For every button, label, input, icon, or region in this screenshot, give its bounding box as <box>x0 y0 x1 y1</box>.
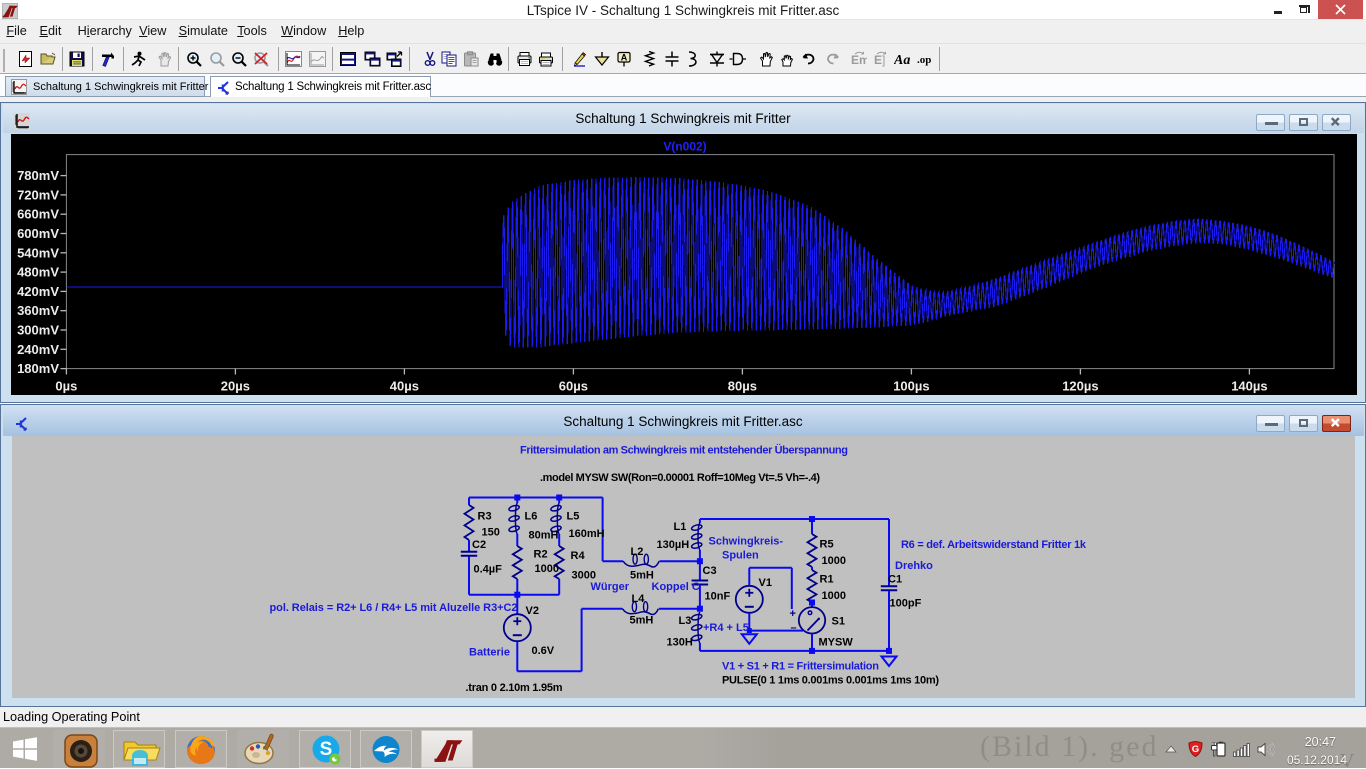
svg-text:1000: 1000 <box>535 563 559 575</box>
svg-text:V2: V2 <box>526 605 539 617</box>
svg-text:Batterie: Batterie <box>469 647 510 659</box>
svg-text:pol. Relais = R2+ L6 / R4+ L5: pol. Relais = R2+ L6 / R4+ L5 mit Aluzel… <box>270 602 518 614</box>
svg-text:80mH: 80mH <box>529 530 559 542</box>
svg-text:G: G <box>1192 744 1199 755</box>
svg-text:MYSW: MYSW <box>819 637 854 649</box>
svg-text:PULSE(0 1 1ms 0.001ms 0.001ms: PULSE(0 1 1ms 0.001ms 0.001ms 1ms 10m) <box>722 674 939 686</box>
svg-text:Frittersimulation am Schwingkr: Frittersimulation am Schwingkreis mit en… <box>520 444 848 457</box>
svg-text:V1: V1 <box>759 577 772 589</box>
svg-text:C2: C2 <box>472 539 486 551</box>
svg-text:+: + <box>790 608 796 620</box>
svg-text:130µH: 130µH <box>657 539 690 551</box>
svg-text:130H: 130H <box>667 637 693 649</box>
svg-text:160mH: 160mH <box>569 528 605 540</box>
svg-text:L1: L1 <box>674 521 687 533</box>
svg-text:0.6V: 0.6V <box>532 645 555 657</box>
svg-text:L6: L6 <box>525 511 538 523</box>
svg-text:V1 + S1 + R1 = Frittersimulati: V1 + S1 + R1 = Frittersimulation <box>722 661 879 673</box>
svg-text:.tran 0 2.10m 1.95m: .tran 0 2.10m 1.95m <box>466 682 563 694</box>
svg-text:10nF: 10nF <box>705 591 731 603</box>
svg-text:R5: R5 <box>820 539 834 551</box>
svg-text:5mH: 5mH <box>630 570 654 582</box>
svg-text:L3: L3 <box>679 615 692 627</box>
svg-text:Koppel C: Koppel C <box>652 581 700 593</box>
svg-text:+R4 + L5: +R4 + L5 <box>703 622 749 634</box>
svg-text:R2: R2 <box>534 548 548 560</box>
svg-text:R6 = def. Arbeitswiderstand Fr: R6 = def. Arbeitswiderstand Fritter 1k <box>901 539 1087 551</box>
svg-text:1000: 1000 <box>822 555 846 567</box>
svg-text:100pF: 100pF <box>890 598 922 610</box>
svg-text:R1: R1 <box>820 574 834 586</box>
svg-text:L5: L5 <box>567 511 580 523</box>
svg-text:C1: C1 <box>888 573 902 585</box>
svg-text:L4: L4 <box>632 593 646 605</box>
svg-text:R3: R3 <box>478 511 492 523</box>
svg-text:S1: S1 <box>832 615 845 627</box>
svg-text:5mH: 5mH <box>630 615 654 627</box>
svg-text:Drehko: Drehko <box>895 560 933 572</box>
svg-text:Würger: Würger <box>591 581 630 593</box>
svg-text:0.4µF: 0.4µF <box>474 563 503 575</box>
svg-text:C3: C3 <box>703 565 717 577</box>
svg-text:Spulen: Spulen <box>722 549 759 561</box>
svg-text:150: 150 <box>482 527 500 539</box>
svg-text:R4: R4 <box>571 550 586 562</box>
svg-text:Schwingkreis-: Schwingkreis- <box>709 535 784 547</box>
svg-text:–: – <box>791 622 797 634</box>
svg-text:1000: 1000 <box>822 590 846 602</box>
svg-text:3000: 3000 <box>572 569 596 581</box>
svg-text:L2: L2 <box>631 546 644 558</box>
svg-text:.model MYSW SW(Ron=0.00001 Rof: .model MYSW SW(Ron=0.00001 Roff=10Meg Vt… <box>540 472 820 484</box>
